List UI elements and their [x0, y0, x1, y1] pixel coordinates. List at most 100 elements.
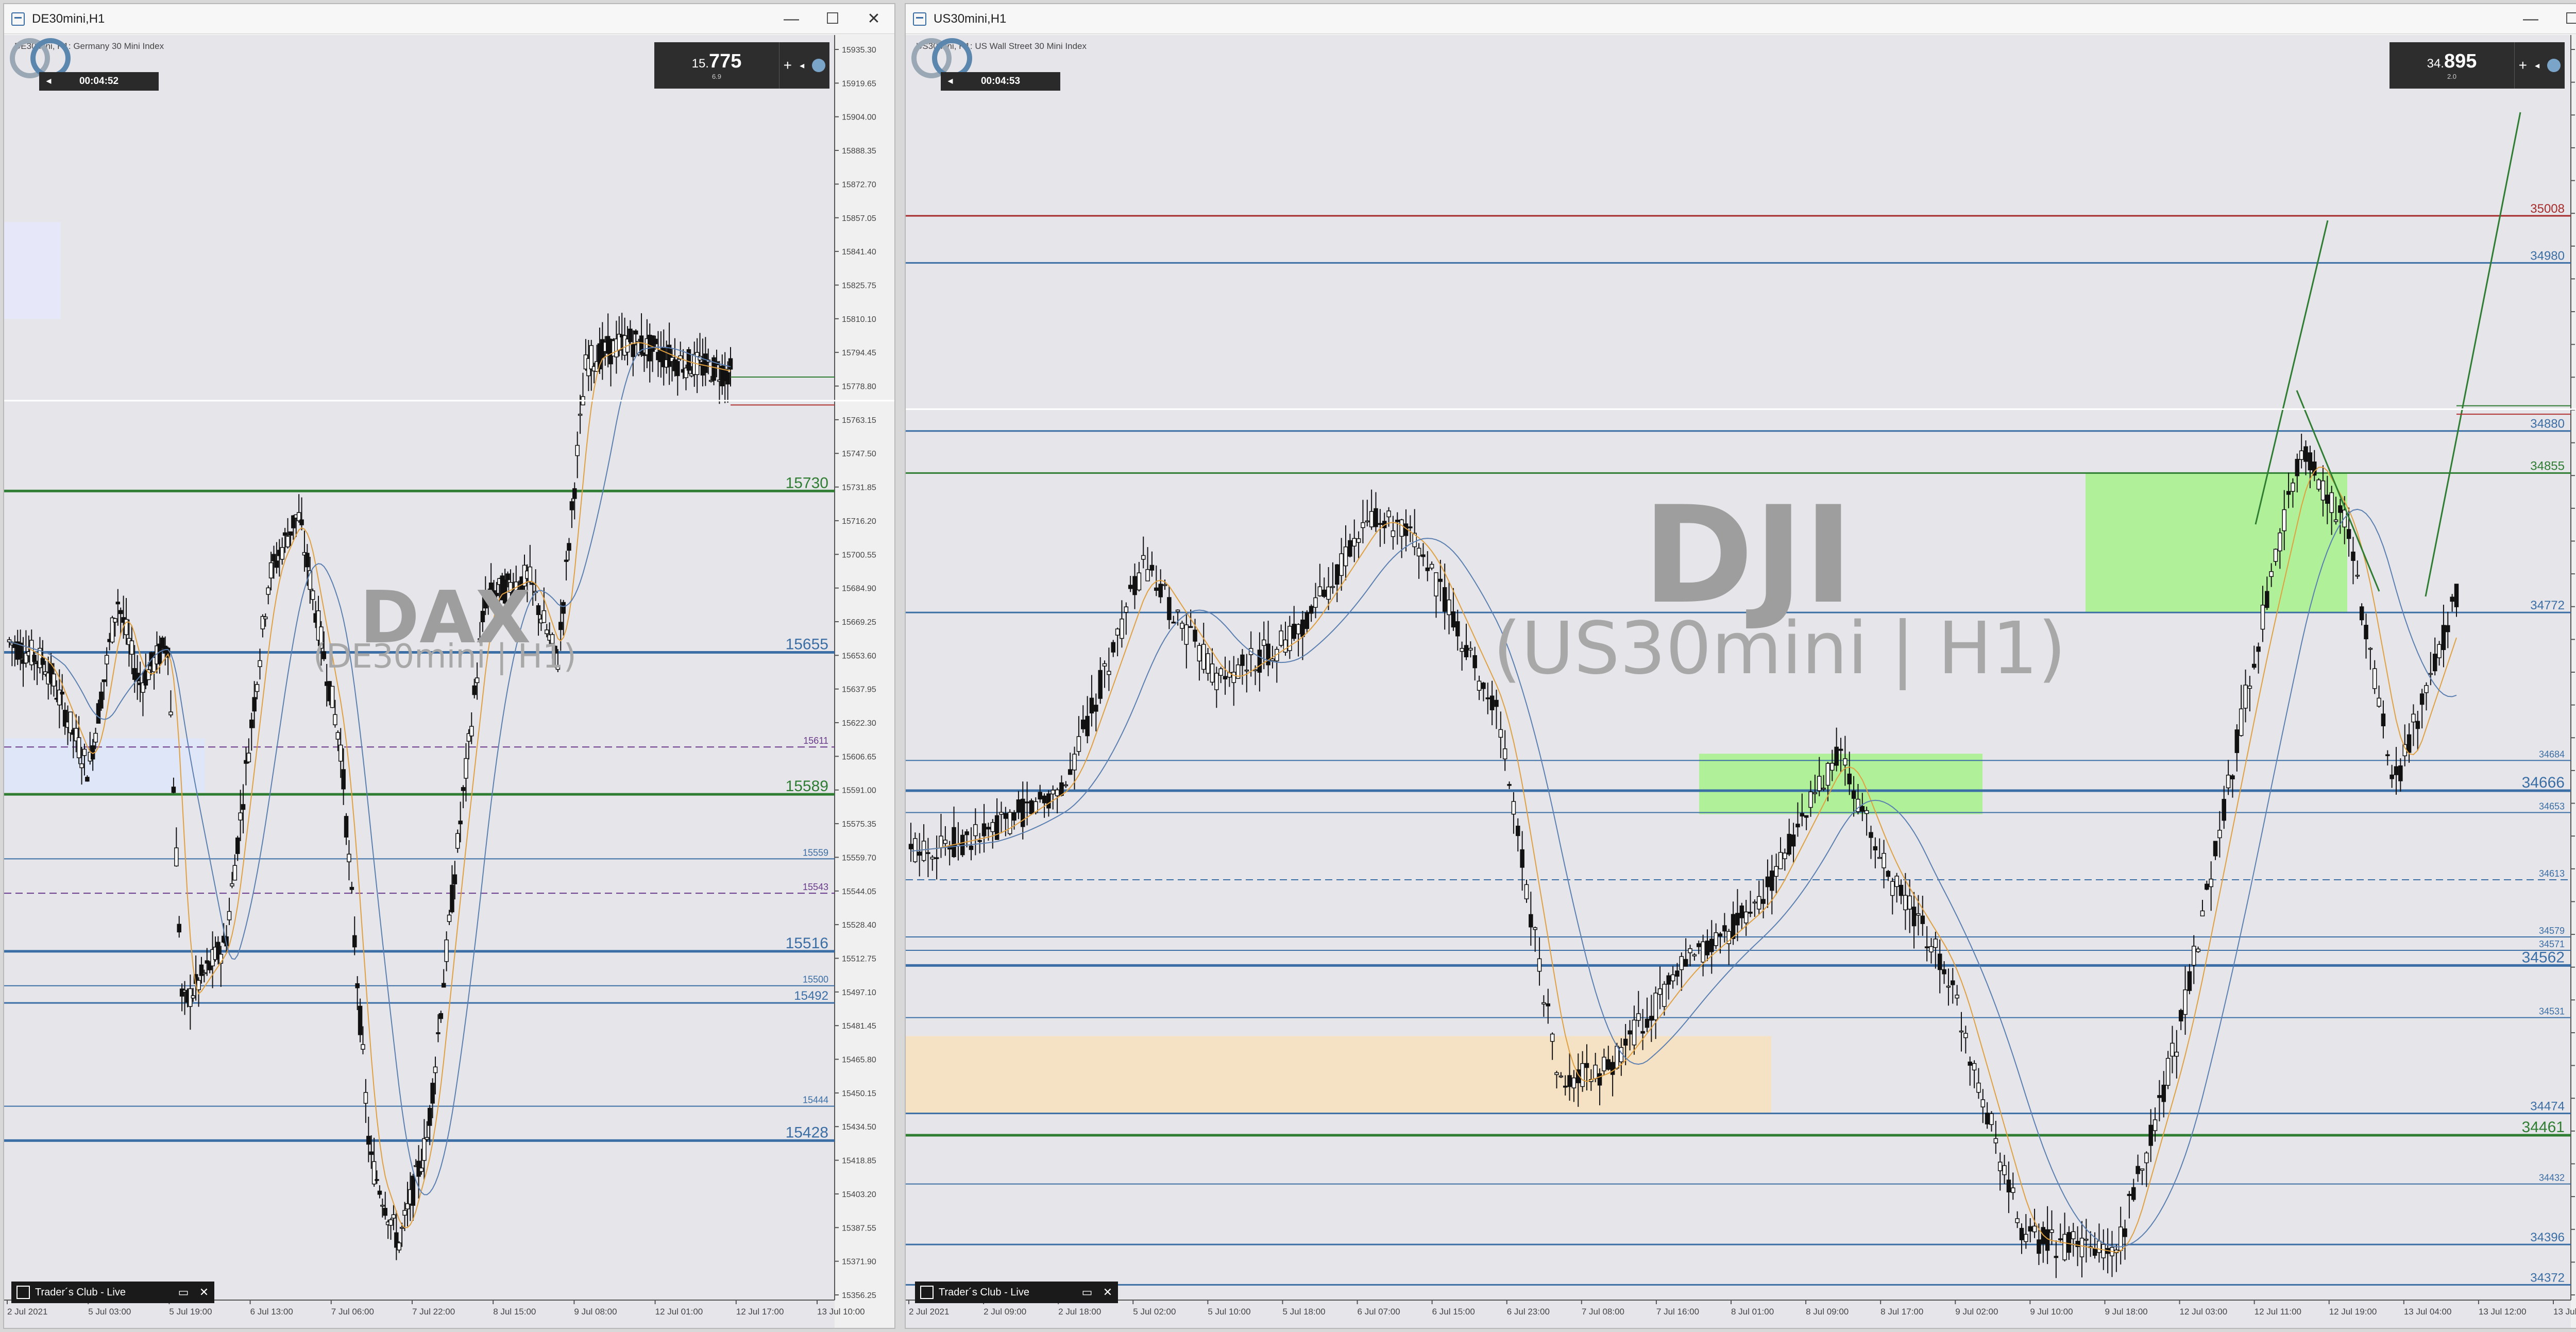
- candle-body: [1546, 1003, 1551, 1006]
- candle-body: [1511, 801, 1516, 815]
- candle-body: [2101, 1244, 2106, 1258]
- chart-canvas[interactable]: 15935.30 15919.65 15904.00 15888.35 15872.70…: [4, 35, 894, 1328]
- price-axis-label: 15450.15: [842, 1089, 876, 1098]
- candle-body: [227, 911, 232, 920]
- candle-body: [1455, 621, 1460, 637]
- candle-body: [1972, 1063, 1977, 1071]
- candle-body: [1386, 510, 1391, 518]
- time-axis-label: 12 Jul 11:00: [2255, 1307, 2301, 1317]
- minimize-button[interactable]: —: [2510, 4, 2551, 34]
- minimize-button[interactable]: —: [771, 4, 812, 34]
- candle-body: [1477, 680, 1482, 691]
- candle-body: [2079, 1238, 2084, 1257]
- restore-button[interactable]: ▭: [1077, 1286, 1097, 1299]
- price-axis-label: 15716.20: [842, 517, 876, 526]
- candle-body: [1606, 1059, 1611, 1070]
- candle-body: [352, 935, 357, 948]
- level-label: 34562: [2522, 949, 2565, 966]
- price-chart[interactable]: 15935.30 15919.65 15904.00 15888.35 15872.70…: [4, 35, 894, 1328]
- candle-body: [338, 744, 343, 762]
- candle-body: [544, 629, 549, 635]
- window-titlebar[interactable]: US30mini,H1 — ☐ ✕: [906, 4, 2576, 34]
- candle-body: [425, 1137, 430, 1140]
- chevron-left-icon[interactable]: ◂: [2535, 60, 2539, 71]
- candle-body: [675, 361, 680, 377]
- price-axis-label: 15356.25: [842, 1291, 876, 1300]
- candle-body: [272, 554, 276, 561]
- candle-body: [1098, 670, 1103, 699]
- candle-body: [405, 1203, 410, 1209]
- candle-body: [1149, 565, 1155, 571]
- time-axis-label: 9 Jul 10:00: [2030, 1307, 2073, 1317]
- maximize-button[interactable]: ☐: [2551, 4, 2576, 34]
- candle-body: [1111, 642, 1116, 653]
- candle-body: [274, 560, 279, 568]
- candle-body: [2428, 673, 2433, 675]
- candle-body: [1507, 784, 1512, 786]
- candle-body: [1567, 1075, 1572, 1087]
- minimized-window-tab[interactable]: Trader´s Club - Live ▭ ✕: [915, 1282, 1118, 1303]
- price-chart[interactable]: 35107.0035087.5035068.0035048.5035029.00…: [906, 35, 2576, 1328]
- close-button[interactable]: ✕: [1097, 1286, 1118, 1299]
- restore-button[interactable]: ▭: [173, 1286, 194, 1299]
- candle-body: [1524, 884, 1529, 899]
- time-axis-label: 8 Jul 01:00: [1731, 1307, 1774, 1317]
- price-axis-label: 15591.00: [842, 787, 876, 795]
- candle-body: [973, 824, 978, 836]
- candle-body: [1472, 655, 1477, 669]
- candle-body: [2368, 647, 2373, 650]
- candle-body: [917, 851, 922, 856]
- candle-body: [1770, 870, 1774, 891]
- candle-body: [2205, 883, 2209, 890]
- window-titlebar[interactable]: DE30mini,H1 — ☐ ✕: [4, 4, 894, 34]
- candle-body: [981, 823, 987, 836]
- maximize-button[interactable]: ☐: [812, 4, 853, 34]
- price-axis-label: 15575.35: [842, 820, 876, 829]
- candle-body: [438, 1013, 444, 1019]
- candle-body: [2127, 1193, 2132, 1196]
- candle-body: [246, 753, 251, 762]
- candle-body: [2372, 668, 2377, 689]
- candle-body: [1429, 563, 1434, 569]
- close-button[interactable]: ✕: [194, 1286, 214, 1299]
- candle-body: [1016, 799, 1021, 813]
- level-label: 34772: [2530, 599, 2565, 612]
- candle-body: [1666, 975, 1671, 985]
- time-axis-label: 8 Jul 15:00: [493, 1307, 536, 1317]
- candle-body: [2424, 685, 2429, 693]
- candle-body: [633, 330, 638, 335]
- candle-body: [1115, 628, 1120, 636]
- candle-body: [1830, 763, 1835, 771]
- candle-body: [2092, 1248, 2097, 1256]
- candle-body: [258, 660, 262, 667]
- candle-body: [196, 980, 201, 991]
- candle-body: [1877, 857, 1882, 859]
- plus-icon[interactable]: +: [784, 57, 792, 74]
- spread-price-prefix: 34.: [2427, 57, 2444, 71]
- time-axis-label: 9 Jul 02:00: [1955, 1307, 1998, 1317]
- candle-body: [2144, 1152, 2149, 1164]
- level-label: 15428: [786, 1124, 828, 1141]
- candle-body: [2308, 452, 2313, 471]
- candle-body: [1050, 790, 1056, 795]
- price-axis-label: 15434.50: [842, 1123, 876, 1132]
- candle-body: [1421, 554, 1426, 557]
- chevron-left-icon[interactable]: ◂: [800, 60, 804, 71]
- candle-body: [1317, 586, 1323, 596]
- candle-body: [1304, 612, 1310, 629]
- candle-body: [1533, 927, 1537, 930]
- candle-body: [1955, 995, 1959, 999]
- level-label: 34684: [2539, 749, 2565, 759]
- candle-body: [1787, 833, 1791, 855]
- candle-body: [1985, 1113, 1990, 1124]
- close-button[interactable]: ✕: [853, 4, 894, 34]
- plus-icon[interactable]: +: [2519, 57, 2527, 74]
- candle-body: [2062, 1234, 2067, 1260]
- candle-body: [2303, 446, 2308, 462]
- candle-body: [458, 821, 463, 825]
- candle-body: [1408, 526, 1413, 528]
- minimized-window-tab[interactable]: Trader´s Club - Live ▭ ✕: [11, 1282, 214, 1303]
- candle-body: [1145, 569, 1150, 582]
- candle-body: [2441, 625, 2446, 651]
- candle-body: [1825, 763, 1831, 786]
